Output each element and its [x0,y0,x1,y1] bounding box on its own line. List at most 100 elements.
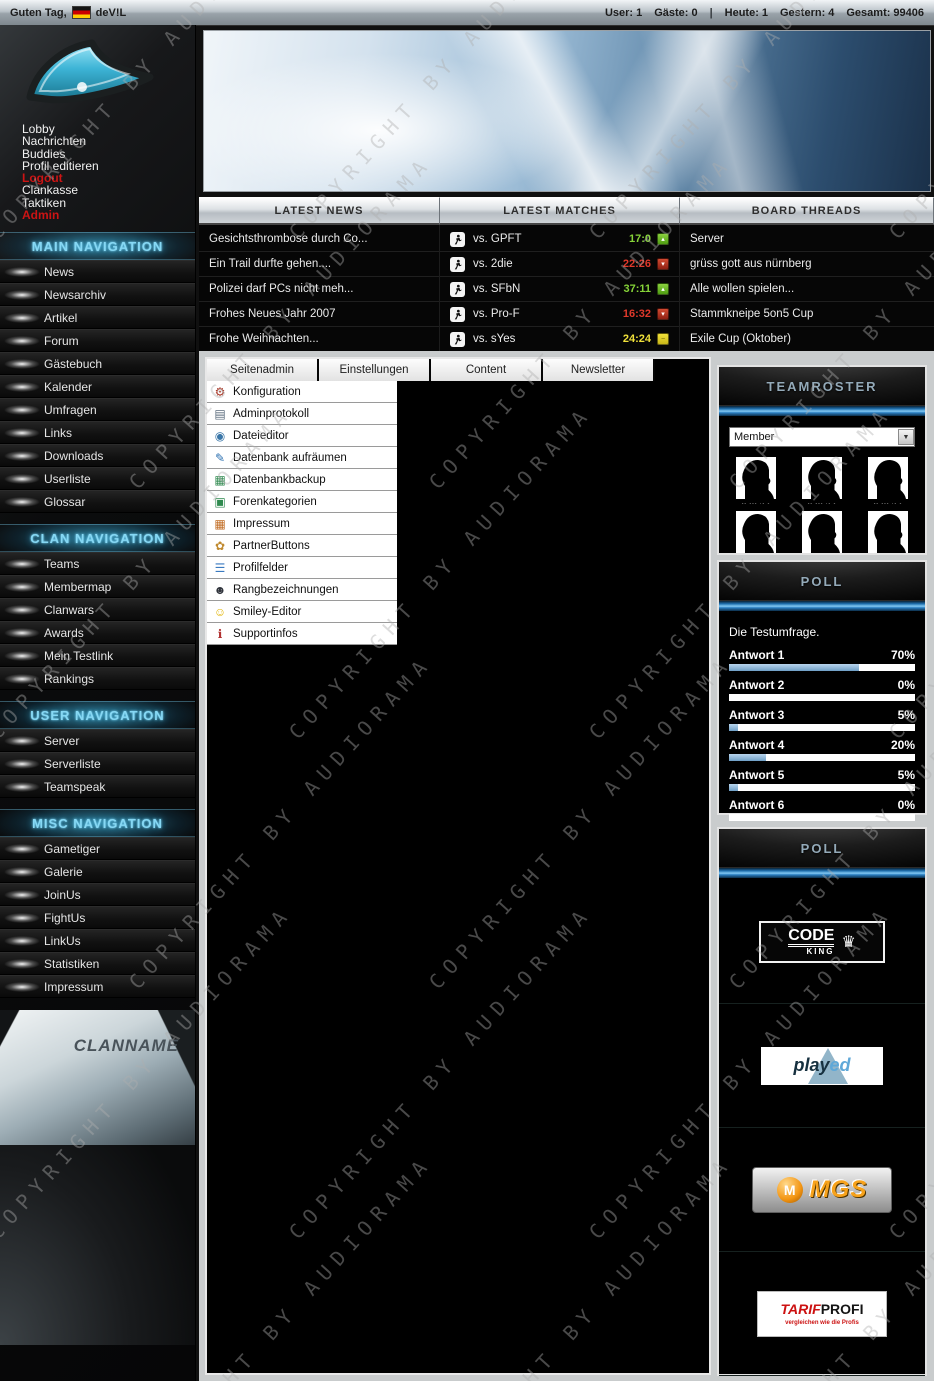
sidebar-item-clanwars[interactable]: Clanwars [0,598,195,621]
thread-item[interactable]: Stammkneipe 5on5 Cup [680,302,934,327]
poll-option-label: Antwort 2 [729,678,784,692]
sidebar-item-galerie[interactable]: Galerie [0,860,195,883]
user-menu-item-admin[interactable]: Admin [22,209,195,221]
sidebar-item-server[interactable]: Server [0,729,195,752]
teamroster-body: Member ▼ -- --- ·- --- --- ·- --- --- ·-… [719,418,925,561]
sidebar-item-teams[interactable]: Teams [0,552,195,575]
tab-latest-matches[interactable]: LATEST MATCHES [440,197,680,225]
stat-item: Heute:1 [725,7,768,19]
sidebar-item-membermap[interactable]: Membermap [0,575,195,598]
member-avatar[interactable]: -- --- ·- - [736,511,776,561]
sidebar-item-links[interactable]: Links [0,421,195,444]
partners-title: POLL [719,829,925,867]
poll-option-header: Antwort 20% [729,678,915,692]
sidebar-item-statistiken[interactable]: Statistiken [0,952,195,975]
match-score: 37:11 [623,283,651,295]
admin-menu-item-datenbank-aufr-umen[interactable]: ✎Datenbank aufräumen [207,447,397,469]
sidebar-item-linkus[interactable]: LinkUs [0,929,195,952]
admin-menu-item-konfiguration[interactable]: ⚙Konfiguration [207,381,397,403]
sidebar-item-label: Newsarchiv [44,288,106,302]
partner-logo-tarifprofi[interactable]: TARIFPROFIvergleichen wie die Profis [719,1252,925,1376]
stat-item: User:1 [605,7,642,19]
admin-menu-item-dateieditor[interactable]: ◉Dateieditor [207,425,397,447]
match-score: 16:32 [623,308,651,320]
sidebar-item-awards[interactable]: Awards [0,621,195,644]
sidebar-item-kalender[interactable]: Kalender [0,375,195,398]
admin-menu-item-profilfelder[interactable]: ☰Profilfelder [207,557,397,579]
chevron-down-icon[interactable]: ▼ [898,429,914,445]
match-item[interactable]: vs. GPFT17:0▴ [440,227,679,252]
admin-menu-item-datenbankbackup[interactable]: ▦Datenbankbackup [207,469,397,491]
partner-logo-mgs[interactable]: MMGS [719,1128,925,1252]
sidebar-item-g-stebuch[interactable]: Gästebuch [0,352,195,375]
news-item[interactable]: Gesichtsthrombose durch Co... [199,227,439,252]
sidebar-item-teamspeak[interactable]: Teamspeak [0,775,195,798]
admin-menu-item-forenkategorien[interactable]: ▣Forenkategorien [207,491,397,513]
sidebar-item-userliste[interactable]: Userliste [0,467,195,490]
admin-menu-item-smiley-editor[interactable]: ☺Smiley-Editor [207,601,397,623]
user-menu-item-nachrichten[interactable]: Nachrichten [22,135,195,147]
thread-item[interactable]: Alle wollen spielen... [680,277,934,302]
sidebar-item-rankings[interactable]: Rankings [0,667,195,690]
poll-body: Die Testumfrage. Antwort 170%Antwort 20%… [719,613,925,821]
sidebar-item-forum[interactable]: Forum [0,329,195,352]
admin-tab-seitenadmin[interactable]: Seitenadmin [207,359,319,381]
sidebar-item-impressum[interactable]: Impressum [0,975,195,998]
thread-item[interactable]: grüss gott aus nürnberg [680,252,934,277]
player-icon [450,257,465,272]
member-avatar[interactable]: -- --- ·- - [868,457,908,507]
news-item[interactable]: Frohe Weihnachten... [199,327,439,352]
glow-bullet-icon [4,913,40,923]
news-item[interactable]: Ein Trail durfte gehen.... [199,252,439,277]
sidebar-item-fightus[interactable]: FightUs [0,906,195,929]
admin-tab-newsletter[interactable]: Newsletter [543,359,655,381]
news-item[interactable]: Frohes Neues Jahr 2007 [199,302,439,327]
sidebar-item-serverliste[interactable]: Serverliste [0,752,195,775]
sidebar-item-label: Rankings [44,672,94,686]
admin-menu-item-partnerbuttons[interactable]: ✿PartnerButtons [207,535,397,557]
member-avatar[interactable]: -- --- ·- - [802,511,842,561]
admin-tab-einstellungen[interactable]: Einstellungen [319,359,431,381]
codeking-logo: CODEKING♛ [759,921,885,963]
member-avatar[interactable]: -- --- ·- - [868,511,908,561]
sidebar-item-news[interactable]: News [0,260,195,283]
sidebar-item-umfragen[interactable]: Umfragen [0,398,195,421]
tab-board-threads[interactable]: BOARD THREADS [680,197,934,225]
sidebar-item-glossar[interactable]: Glossar [0,490,195,513]
news-item[interactable]: Polizei darf PCs nicht meh... [199,277,439,302]
team-select[interactable]: Member ▼ [729,427,915,447]
thread-item[interactable]: Exile Cup (Oktober) [680,327,934,352]
partner-logo-codeking[interactable]: CODEKING♛ [719,880,925,1004]
match-item[interactable]: vs. sYes24:24− [440,327,679,352]
tarifprofi-word-black: PROFI [821,1301,864,1317]
smiley-icon: ☺ [211,606,229,618]
admin-menu-item-rangbezeichnungen[interactable]: ☻Rangbezeichnungen [207,579,397,601]
admin-tab-content[interactable]: Content [431,359,543,381]
sidebar-item-mein-testlink[interactable]: Mein Testlink [0,644,195,667]
thread-item[interactable]: Server [680,227,934,252]
partner-logo-played[interactable]: played [719,1004,925,1128]
member-avatar[interactable]: -- --- ·- - [802,457,842,507]
match-item[interactable]: vs. SFbN37:11▴ [440,277,679,302]
sidebar-item-artikel[interactable]: Artikel [0,306,195,329]
sidebar-item-gametiger[interactable]: Gametiger [0,837,195,860]
match-opponent: vs. GPFT [473,233,522,245]
glow-bullet-icon [4,982,40,992]
sidebar-item-newsarchiv[interactable]: Newsarchiv [0,283,195,306]
member-avatar[interactable]: -- --- ·- - [736,457,776,507]
match-item[interactable]: vs. Pro-F16:32▾ [440,302,679,327]
user-menu-item-clankasse[interactable]: Clankasse [22,184,195,196]
tab-latest-news[interactable]: LATEST NEWS [199,197,440,225]
sidebar-item-joinus[interactable]: JoinUs [0,883,195,906]
sidebar-item-label: Awards [44,626,84,640]
mgs-logo: MMGS [752,1167,892,1213]
admin-menu-item-adminprotokoll[interactable]: ▤Adminprotokoll [207,403,397,425]
sidebar-item-downloads[interactable]: Downloads [0,444,195,467]
poll-title: POLL [719,562,925,600]
avatar-silhouette-icon [868,511,908,553]
sidebar-item-label: Gametiger [44,842,100,856]
admin-menu-item-impressum[interactable]: ▦Impressum [207,513,397,535]
admin-menu-item-supportinfos[interactable]: ℹSupportinfos [207,623,397,645]
match-item[interactable]: vs. 2die22:26▾ [440,252,679,277]
nav-header-main-navigation: MAIN NAVIGATION [0,232,195,260]
